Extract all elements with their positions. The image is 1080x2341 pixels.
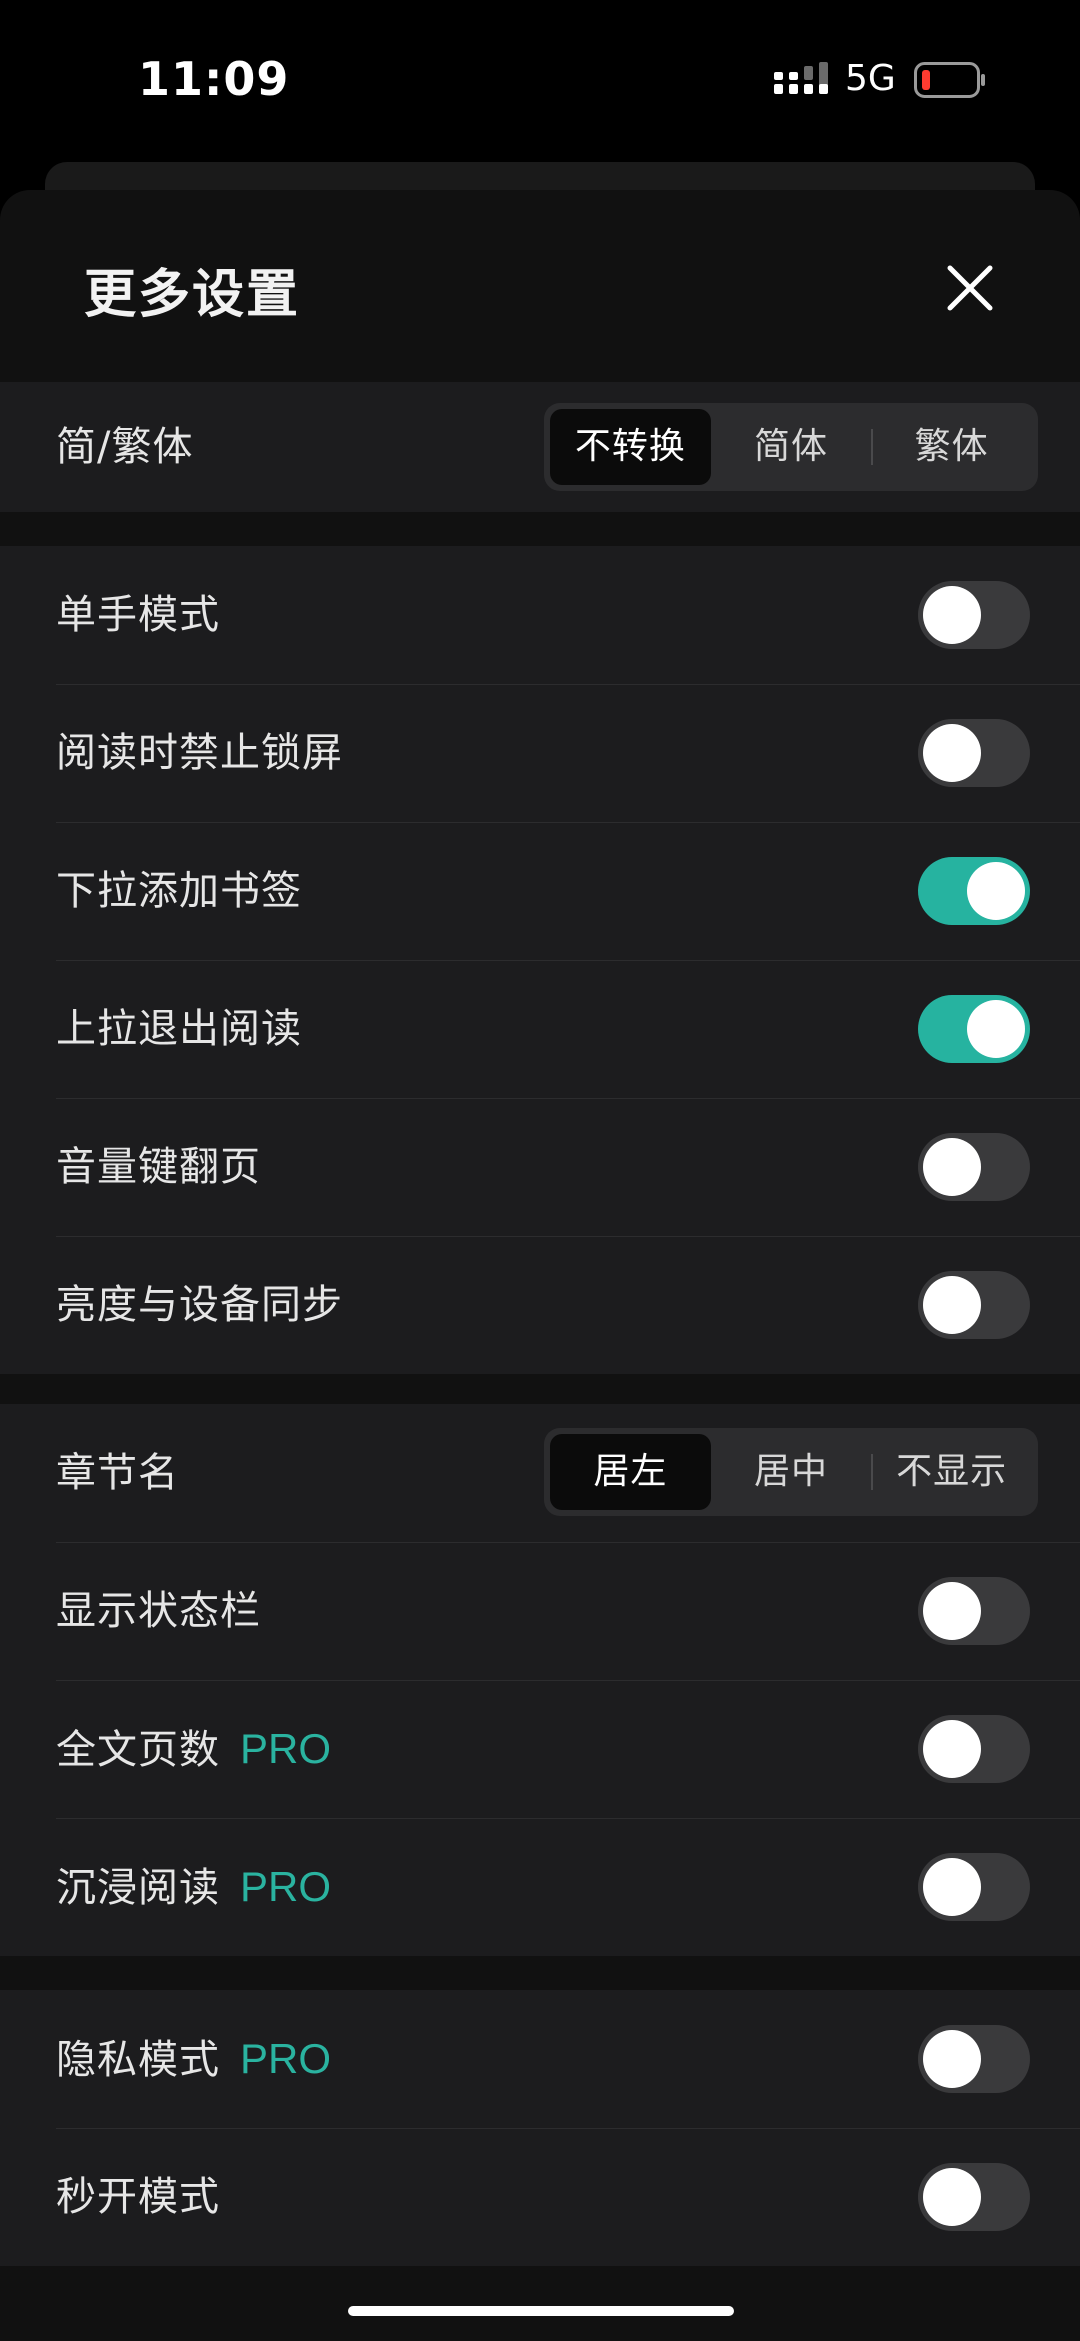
total-pages-toggle[interactable] [918,1715,1030,1783]
setting-row-pull-exit: 上拉退出阅读 [0,960,1080,1098]
volume-key-page-turn-toggle[interactable] [918,1133,1030,1201]
toggle-knob [923,2168,981,2226]
setting-row-privacy: 隐私模式 PRO [0,1990,1080,2128]
segment-no-convert[interactable]: 不转换 [550,409,711,485]
setting-label: 全文页数 PRO [56,1680,331,1818]
setting-label: 亮度与设备同步 [56,1282,343,1328]
setting-row-immersive: 沉浸阅读 PRO [0,1818,1080,1956]
brightness-sync-toggle[interactable] [918,1271,1030,1339]
pro-badge: PRO [240,1725,332,1772]
battery-icon [914,62,985,98]
chapter-name-row: 章节名 居左 居中 不显示 [0,1404,1080,1542]
setting-row-status-bar: 显示状态栏 [0,1542,1080,1680]
display-group: 章节名 居左 居中 不显示 显示状态栏 全文页数 PRO 沉浸阅读 PRO [0,1404,1080,1956]
status-time: 11:09 [138,52,290,106]
pull-down-bookmark-toggle[interactable] [918,857,1030,925]
sheet-title: 更多设置 [84,265,301,325]
chapter-name-segmented-control: 居左 居中 不显示 [544,1428,1038,1516]
setting-label-text: 全文页数 [56,1727,220,1773]
toggle-knob [923,1276,981,1334]
pro-badge: PRO [240,2035,332,2082]
setting-label: 单手模式 [56,592,220,638]
setting-label-text: 隐私模式 [56,2037,220,2083]
toggle-knob [967,1000,1025,1058]
toggle-knob [923,586,981,644]
toggle-knob [923,1582,981,1640]
setting-row-total-pages: 全文页数 PRO [0,1680,1080,1818]
toggle-knob [923,2030,981,2088]
toggle-knob [923,1138,981,1196]
segment-traditional[interactable]: 繁体 [871,409,1032,485]
one-hand-mode-toggle[interactable] [918,581,1030,649]
segment-hide[interactable]: 不显示 [871,1434,1032,1510]
pro-badge: PRO [240,1863,332,1910]
more-settings-sheet: 更多设置 简/繁体 不转换 简体 繁体 单手模式 阅读时禁止锁屏 下拉添加书签 [0,190,1080,2341]
setting-label: 阅读时禁止锁屏 [56,730,343,776]
setting-row-quick-open: 秒开模式 [0,2128,1080,2266]
segment-align-left[interactable]: 居左 [550,1434,711,1510]
signal-icon [774,62,828,94]
setting-label: 音量键翻页 [56,1144,261,1190]
immersive-reading-toggle[interactable] [918,1853,1030,1921]
setting-row-one-hand: 单手模式 [0,546,1080,684]
conversion-segmented-control: 不转换 简体 繁体 [544,403,1038,491]
prevent-screen-lock-toggle[interactable] [918,719,1030,787]
setting-label: 显示状态栏 [56,1588,261,1634]
segment-align-center[interactable]: 居中 [711,1434,872,1510]
conversion-label: 简/繁体 [56,424,194,470]
setting-label: 隐私模式 PRO [56,1990,331,2128]
toggle-knob [923,1720,981,1778]
setting-label-text: 沉浸阅读 [56,1865,220,1911]
show-status-bar-toggle[interactable] [918,1577,1030,1645]
toggle-knob [967,862,1025,920]
conversion-row: 简/繁体 不转换 简体 繁体 [0,382,1080,512]
status-bar: 11:09 5G [0,0,1080,160]
setting-row-pull-bookmark: 下拉添加书签 [0,822,1080,960]
conversion-group: 简/繁体 不转换 简体 繁体 [0,382,1080,512]
setting-row-no-lock: 阅读时禁止锁屏 [0,684,1080,822]
chapter-name-label: 章节名 [56,1450,179,1496]
pull-up-exit-toggle[interactable] [918,995,1030,1063]
toggle-knob [923,724,981,782]
close-icon[interactable] [940,258,1000,318]
toggle-knob [923,1858,981,1916]
segment-simplified[interactable]: 简体 [711,409,872,485]
privacy-group: 隐私模式 PRO 秒开模式 [0,1990,1080,2266]
setting-label: 上拉退出阅读 [56,1006,302,1052]
setting-row-brightness-sync: 亮度与设备同步 [0,1236,1080,1374]
setting-label: 沉浸阅读 PRO [56,1818,331,1956]
quick-open-toggle[interactable] [918,2163,1030,2231]
network-type: 5G [845,58,896,99]
setting-label: 秒开模式 [56,2174,220,2220]
reading-behavior-group: 单手模式 阅读时禁止锁屏 下拉添加书签 上拉退出阅读 音量键翻页 亮度与设备同步 [0,546,1080,1374]
setting-label: 下拉添加书签 [56,868,302,914]
sheet-header: 更多设置 [0,190,1080,380]
privacy-mode-toggle[interactable] [918,2025,1030,2093]
home-indicator[interactable] [348,2306,734,2316]
setting-row-volume-keys: 音量键翻页 [0,1098,1080,1236]
